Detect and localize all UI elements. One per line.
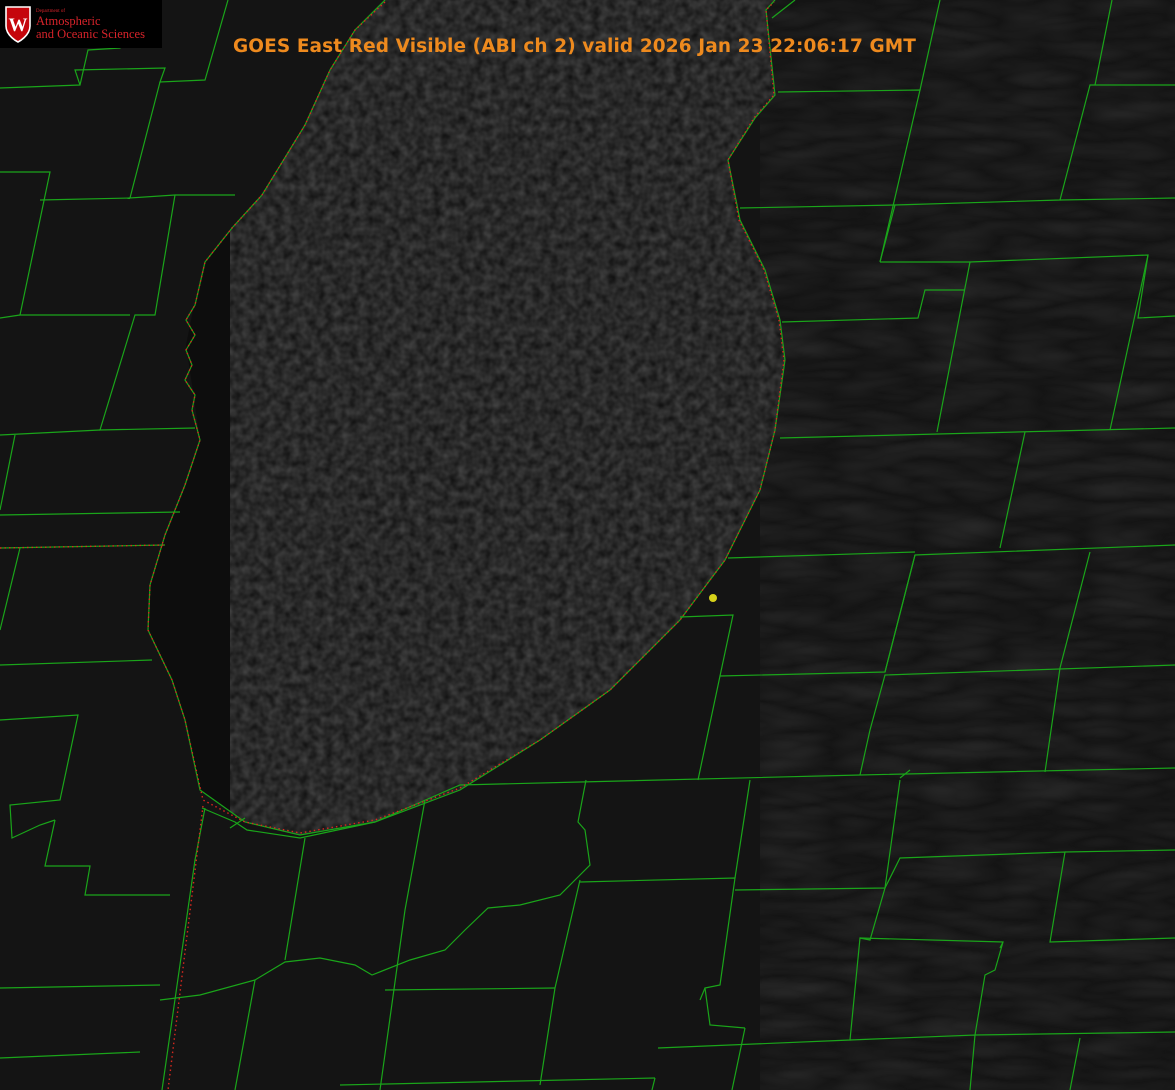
satellite-map xyxy=(0,0,1175,1090)
uw-aos-logo: W Department of Atmospheric and Oceanic … xyxy=(0,0,162,48)
satellite-map-view: W Department of Atmospheric and Oceanic … xyxy=(0,0,1175,1090)
station-marker xyxy=(709,594,717,602)
svg-text:W: W xyxy=(9,15,28,36)
image-title: GOES East Red Visible (ABI ch 2) valid 2… xyxy=(233,36,916,57)
uw-crest-icon: W xyxy=(5,6,31,43)
logo-line-1: Atmospheric xyxy=(36,13,101,28)
logo-line-2: and Oceanic Sciences xyxy=(36,26,145,41)
cloud-streaks xyxy=(760,0,1175,1090)
